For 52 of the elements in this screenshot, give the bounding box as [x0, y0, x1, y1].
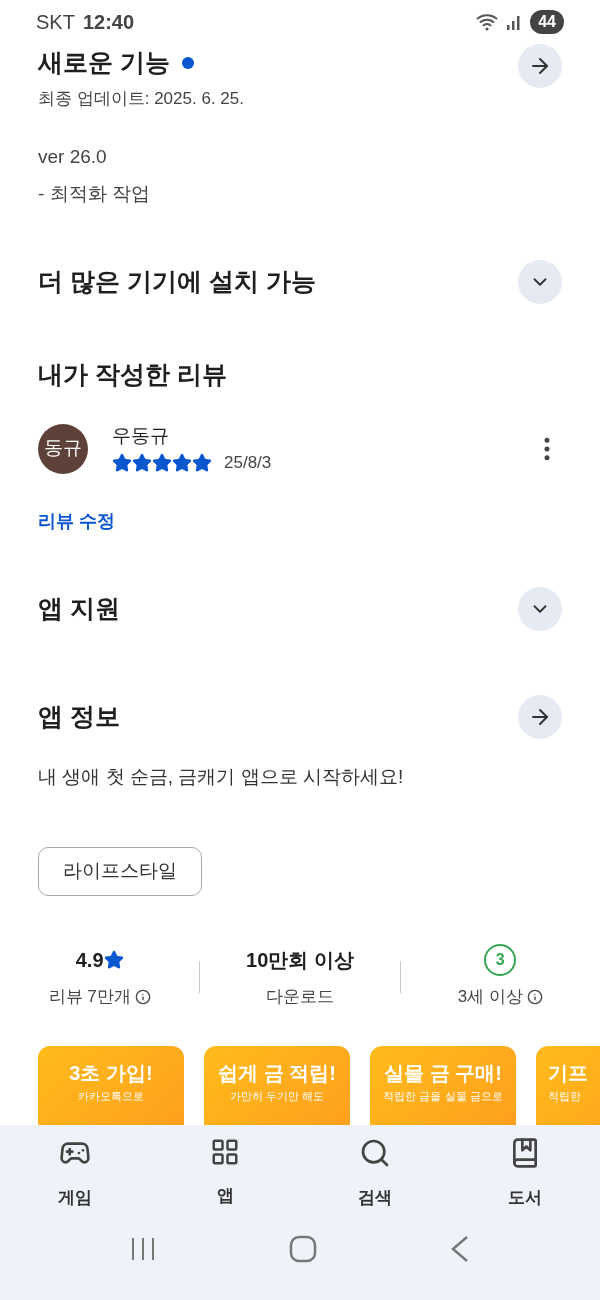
- stat-value: 10만회 이상: [246, 948, 354, 973]
- section-title: 새로운 기능: [38, 47, 170, 78]
- star-icon: [192, 452, 212, 473]
- section-title: 내가 작성한 리뷰: [38, 360, 227, 388]
- screenshot-headline: 쉽게 금 적립!: [218, 1060, 336, 1086]
- screenshot-caption: 카카오톡으로: [78, 1088, 144, 1104]
- star-icon: [103, 950, 124, 970]
- signal-icon: [506, 14, 523, 30]
- section-title: 앱 정보: [38, 700, 120, 732]
- edit-review-link[interactable]: 리뷰 수정: [38, 507, 562, 535]
- stat-value: 4.9: [75, 948, 104, 973]
- update-date: 최종 업데이트: 2025. 6. 25.: [38, 87, 244, 110]
- review-date: 25/8/3: [224, 452, 272, 474]
- nav-tab[interactable]: 앱: [177, 1137, 273, 1211]
- clock-time: 12:40: [82, 10, 135, 35]
- screenshot-headline: 실물 금 구매!: [384, 1060, 502, 1086]
- recent-apps-icon[interactable]: [130, 1235, 157, 1262]
- arrow-button[interactable]: [518, 694, 562, 739]
- wifi-icon: [476, 13, 499, 31]
- search-icon: [359, 1137, 391, 1169]
- age-rating-badge: 3: [484, 944, 517, 976]
- carrier-label: SKT: [36, 10, 75, 35]
- info-icon[interactable]: [134, 988, 151, 1005]
- stat-label: 3세 이상: [457, 986, 523, 1008]
- reviewer-name: 우동규: [112, 423, 170, 448]
- battery-badge: 44: [530, 10, 564, 34]
- star-icon: [152, 452, 172, 473]
- release-notes: - 최적화 작업: [38, 181, 151, 206]
- screenshot-caption: 가만히 두기만 해도: [229, 1088, 325, 1104]
- stat-label: 리뷰 7만개: [48, 986, 131, 1008]
- screenshot-headline: 3초 가입!: [69, 1060, 153, 1086]
- screenshot-headline: 기프: [548, 1060, 588, 1086]
- avatar: 동규: [38, 423, 88, 474]
- version-text: ver 26.0: [38, 145, 108, 169]
- arrow-button[interactable]: [518, 44, 562, 88]
- grid-icon: [210, 1137, 240, 1167]
- nav-tab[interactable]: 게임: [27, 1137, 123, 1211]
- star-icon: [172, 452, 192, 473]
- info-icon[interactable]: [526, 988, 543, 1005]
- home-icon[interactable]: [289, 1234, 317, 1263]
- star-icon: [132, 452, 152, 473]
- stat-label: 다운로드: [266, 986, 334, 1008]
- nav-tab[interactable]: 도서: [477, 1137, 573, 1211]
- category-chip[interactable]: 라이프스타일: [38, 847, 202, 896]
- screenshot-caption: 적립한 금을 실물 금으로: [383, 1088, 503, 1104]
- section-title: 앱 지원: [38, 592, 120, 624]
- nav-tab[interactable]: 검색: [327, 1137, 423, 1211]
- screenshot-caption: 적립한: [548, 1088, 581, 1104]
- section-title: 더 많은 기기에 설치 가능: [38, 266, 316, 298]
- app-description: 내 생애 첫 순금, 금캐기 앱으로 시작하세요!: [38, 764, 405, 789]
- back-icon[interactable]: [449, 1234, 470, 1263]
- star-icon: [112, 452, 132, 473]
